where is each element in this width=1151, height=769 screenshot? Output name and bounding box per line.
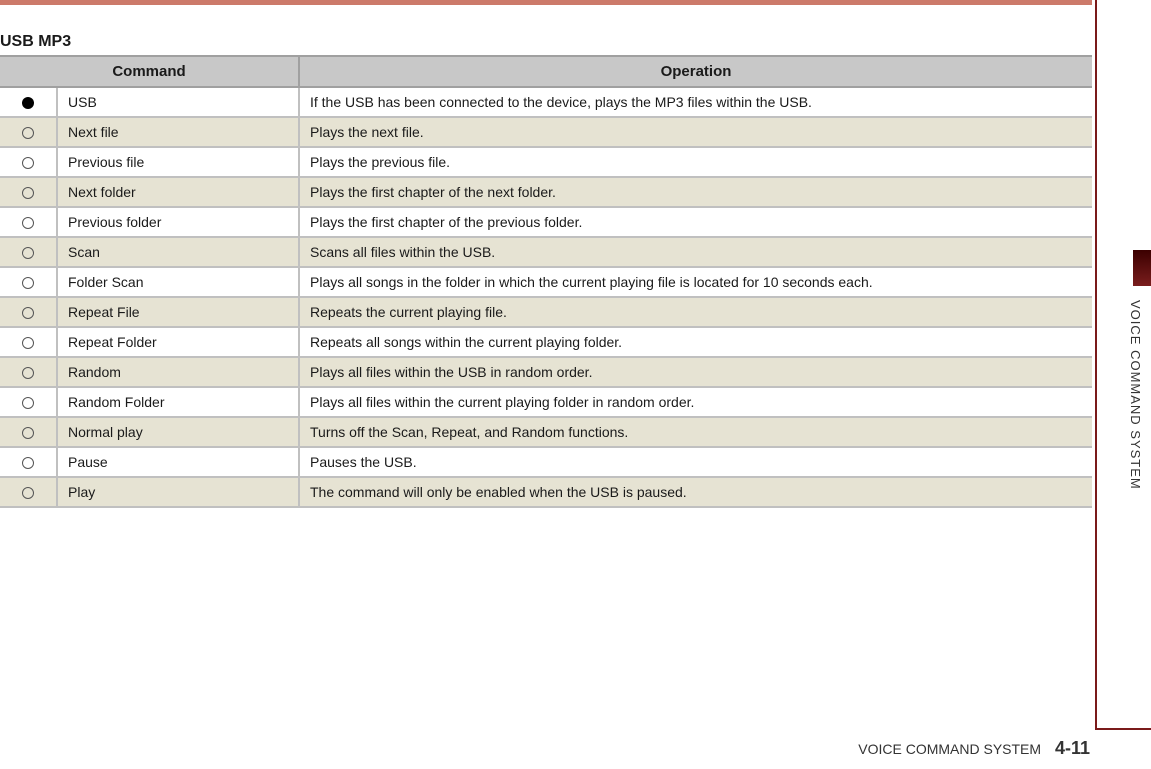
table-row: Folder ScanPlays all songs in the folder… [0, 267, 1092, 297]
row-command: Next file [57, 117, 299, 147]
row-symbol-cell [0, 417, 57, 447]
row-command: USB [57, 87, 299, 117]
table-row: Normal playTurns off the Scan, Repeat, a… [0, 417, 1092, 447]
hollow-circle-icon [22, 427, 34, 439]
row-command: Normal play [57, 417, 299, 447]
top-accent-bar [0, 0, 1092, 5]
row-symbol-cell [0, 87, 57, 117]
content-area: USB MP3 Command Operation USBIf the USB … [0, 33, 1092, 508]
table-row: Random FolderPlays all files within the … [0, 387, 1092, 417]
row-operation: Plays all songs in the folder in which t… [299, 267, 1092, 297]
row-operation: Plays the next file. [299, 117, 1092, 147]
table-row: PausePauses the USB. [0, 447, 1092, 477]
row-operation: The command will only be enabled when th… [299, 477, 1092, 507]
th-command: Command [0, 56, 299, 87]
row-operation: Turns off the Scan, Repeat, and Random f… [299, 417, 1092, 447]
row-command: Previous file [57, 147, 299, 177]
row-command: Play [57, 477, 299, 507]
row-symbol-cell [0, 207, 57, 237]
th-operation: Operation [299, 56, 1092, 87]
row-symbol-cell [0, 297, 57, 327]
side-tab-label: VOICE COMMAND SYSTEM [1128, 300, 1143, 490]
row-symbol-cell [0, 357, 57, 387]
row-symbol-cell [0, 267, 57, 297]
row-symbol-cell [0, 177, 57, 207]
hollow-circle-icon [22, 307, 34, 319]
filled-circle-icon [22, 97, 34, 109]
hollow-circle-icon [22, 487, 34, 499]
hollow-circle-icon [22, 247, 34, 259]
row-symbol-cell [0, 447, 57, 477]
hollow-circle-icon [22, 457, 34, 469]
row-command: Scan [57, 237, 299, 267]
row-command: Previous folder [57, 207, 299, 237]
footer: VOICE COMMAND SYSTEM 4-11 [0, 738, 1090, 759]
row-command: Repeat Folder [57, 327, 299, 357]
hollow-circle-icon [22, 217, 34, 229]
row-operation: Pauses the USB. [299, 447, 1092, 477]
row-symbol-cell [0, 387, 57, 417]
hollow-circle-icon [22, 127, 34, 139]
table-row: ScanScans all files within the USB. [0, 237, 1092, 267]
table-row: RandomPlays all files within the USB in … [0, 357, 1092, 387]
row-command: Repeat File [57, 297, 299, 327]
table-row: Repeat FileRepeats the current playing f… [0, 297, 1092, 327]
hollow-circle-icon [22, 397, 34, 409]
row-command: Next folder [57, 177, 299, 207]
row-symbol-cell [0, 327, 57, 357]
row-operation: If the USB has been connected to the dev… [299, 87, 1092, 117]
table-row: Previous folderPlays the first chapter o… [0, 207, 1092, 237]
row-operation: Repeats all songs within the current pla… [299, 327, 1092, 357]
table-row: Next folderPlays the first chapter of th… [0, 177, 1092, 207]
row-symbol-cell [0, 117, 57, 147]
row-operation: Plays the previous file. [299, 147, 1092, 177]
row-operation: Scans all files within the USB. [299, 237, 1092, 267]
side-tab-marker [1133, 250, 1151, 286]
hollow-circle-icon [22, 187, 34, 199]
row-command: Folder Scan [57, 267, 299, 297]
row-command: Random Folder [57, 387, 299, 417]
section-title: USB MP3 [0, 33, 1092, 51]
table-row: Repeat FolderRepeats all songs within th… [0, 327, 1092, 357]
hollow-circle-icon [22, 277, 34, 289]
row-symbol-cell [0, 477, 57, 507]
footer-label: VOICE COMMAND SYSTEM [858, 741, 1041, 757]
table-row: Next filePlays the next file. [0, 117, 1092, 147]
command-table: Command Operation USBIf the USB has been… [0, 55, 1092, 508]
hollow-circle-icon [22, 367, 34, 379]
row-operation: Plays the first chapter of the previous … [299, 207, 1092, 237]
row-operation: Plays all files within the USB in random… [299, 357, 1092, 387]
row-command: Random [57, 357, 299, 387]
row-operation: Plays the first chapter of the next fold… [299, 177, 1092, 207]
table-row: USBIf the USB has been connected to the … [0, 87, 1092, 117]
row-operation: Plays all files within the current playi… [299, 387, 1092, 417]
row-symbol-cell [0, 147, 57, 177]
row-command: Pause [57, 447, 299, 477]
hollow-circle-icon [22, 157, 34, 169]
footer-page: 4-11 [1055, 738, 1090, 758]
row-symbol-cell [0, 237, 57, 267]
row-operation: Repeats the current playing file. [299, 297, 1092, 327]
table-row: PlayThe command will only be enabled whe… [0, 477, 1092, 507]
table-row: Previous filePlays the previous file. [0, 147, 1092, 177]
hollow-circle-icon [22, 337, 34, 349]
